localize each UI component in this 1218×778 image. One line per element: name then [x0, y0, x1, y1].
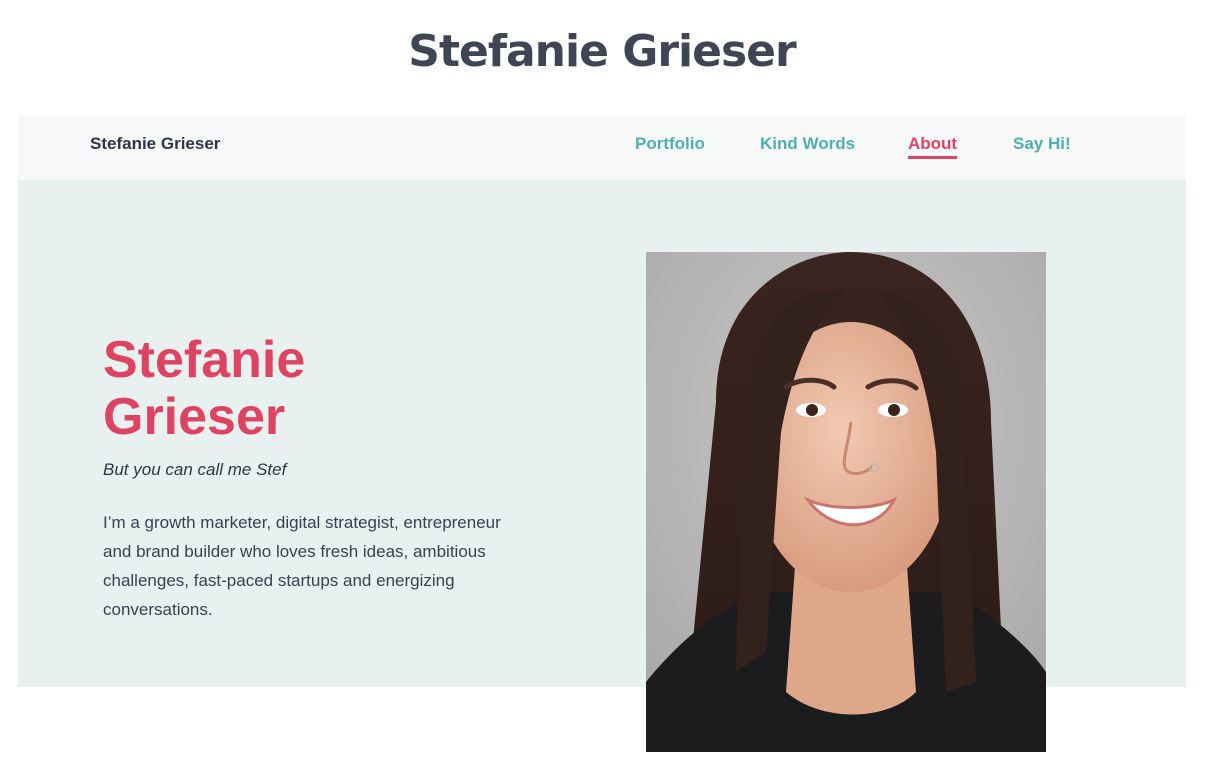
portrait-photo	[646, 252, 1046, 752]
hero-name-last: Grieser	[103, 388, 286, 446]
navbar: Stefanie Grieser Portfolio Kind Words Ab…	[18, 116, 1186, 180]
nav-link-kind-words[interactable]: Kind Words	[760, 134, 855, 154]
nav-links: Portfolio Kind Words About Say Hi!	[18, 134, 1186, 164]
bio-text: I’m a growth marketer, digital strategis…	[103, 513, 501, 619]
nav-link-portfolio[interactable]: Portfolio	[635, 134, 705, 154]
hero-name-first: Stefanie	[103, 331, 306, 389]
tagline: But you can call me Stef	[103, 460, 287, 479]
page-title: Stefanie Grieser	[408, 26, 796, 77]
nav-link-say-hi[interactable]: Say Hi!	[1013, 134, 1071, 154]
hero-name: Stefanie Grieser	[103, 332, 523, 446]
nav-link-about[interactable]: About	[908, 134, 958, 159]
